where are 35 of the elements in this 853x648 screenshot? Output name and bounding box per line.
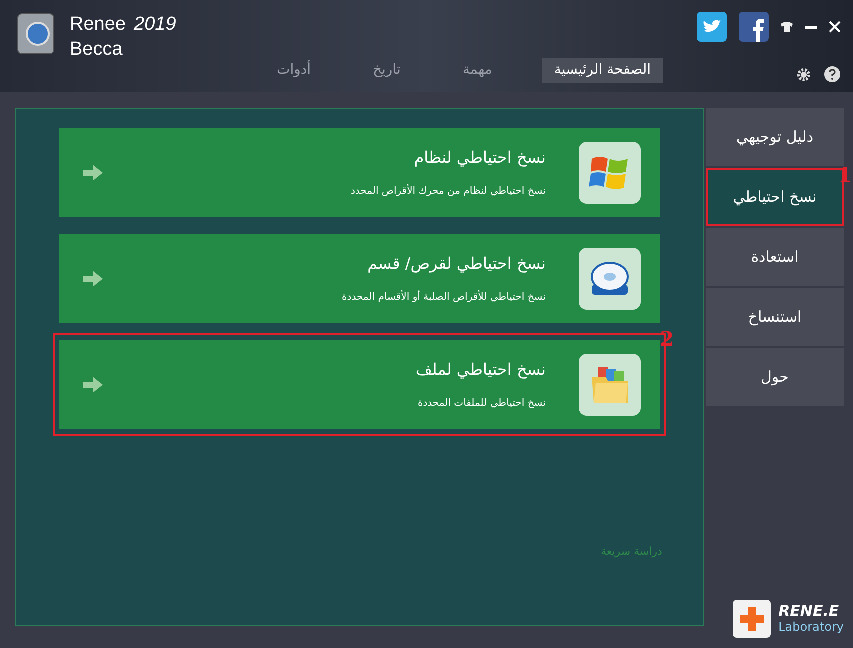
sidebar-item[interactable]: استنساخ [706, 288, 844, 346]
logo-name: RENE.E [778, 603, 840, 619]
sidebar-item[interactable]: استعادة [706, 228, 844, 286]
nav-tab[interactable]: تاريخ [360, 58, 413, 83]
logo-tagline: Laboratory [778, 619, 844, 635]
sidebar-item[interactable]: نسخ احتياطي [706, 168, 844, 226]
arrow-icon [83, 164, 103, 180]
sidebar-item[interactable]: حول [706, 348, 844, 406]
card-title: نسخ احتياطي لنظام [413, 147, 546, 169]
arrow-icon [83, 376, 103, 392]
app-version: 2019 [134, 13, 176, 37]
twitter-icon[interactable] [697, 12, 727, 42]
app-title: Renee [70, 13, 126, 37]
backup-option-card[interactable]: نسخ احتياطي لملف نسخ احتياطي للملفات المحددة [59, 340, 660, 429]
arrow-icon [83, 270, 103, 286]
backup-option-card[interactable]: نسخ احتياطي لنظام نسخ احتياطي لنظام من محرك الأقراص المحدد [59, 128, 660, 217]
card-title: نسخ احتياطي لملف [414, 359, 546, 381]
nav-tab[interactable]: أدوات [265, 58, 323, 83]
shirt-icon[interactable] [781, 22, 793, 32]
logo-icon [732, 600, 771, 638]
card-title: نسخ احتياطي لقرص/ قسم [366, 253, 546, 275]
quick-study-link[interactable]: دراسة سريعة [601, 544, 662, 560]
card-description: نسخ احتياطي لنظام من محرك الأقراص المحدد [350, 184, 546, 199]
settings-icon[interactable] [796, 66, 812, 82]
close-icon[interactable] [829, 21, 841, 33]
card-description: نسخ احتياطي للملفات المحددة [416, 397, 546, 411]
nav-tab[interactable]: الصفحة الرئيسية [542, 58, 663, 83]
app-subtitle: Becca [70, 39, 123, 60]
sidebar-item[interactable]: دليل توجيهي [706, 108, 844, 166]
nav-tab[interactable]: مهمة [450, 58, 504, 83]
minimize-icon[interactable] [805, 26, 817, 28]
card-description: نسخ احتياطي للأقراص الصلبة أو الأقسام المحددة [341, 290, 546, 305]
facebook-icon[interactable] [739, 12, 769, 42]
help-icon[interactable] [824, 66, 841, 83]
backup-option-card[interactable]: نسخ احتياطي لقرص/ قسم نسخ احتياطي للأقراص الصلبة أو الأقسام المحددة [59, 234, 660, 323]
